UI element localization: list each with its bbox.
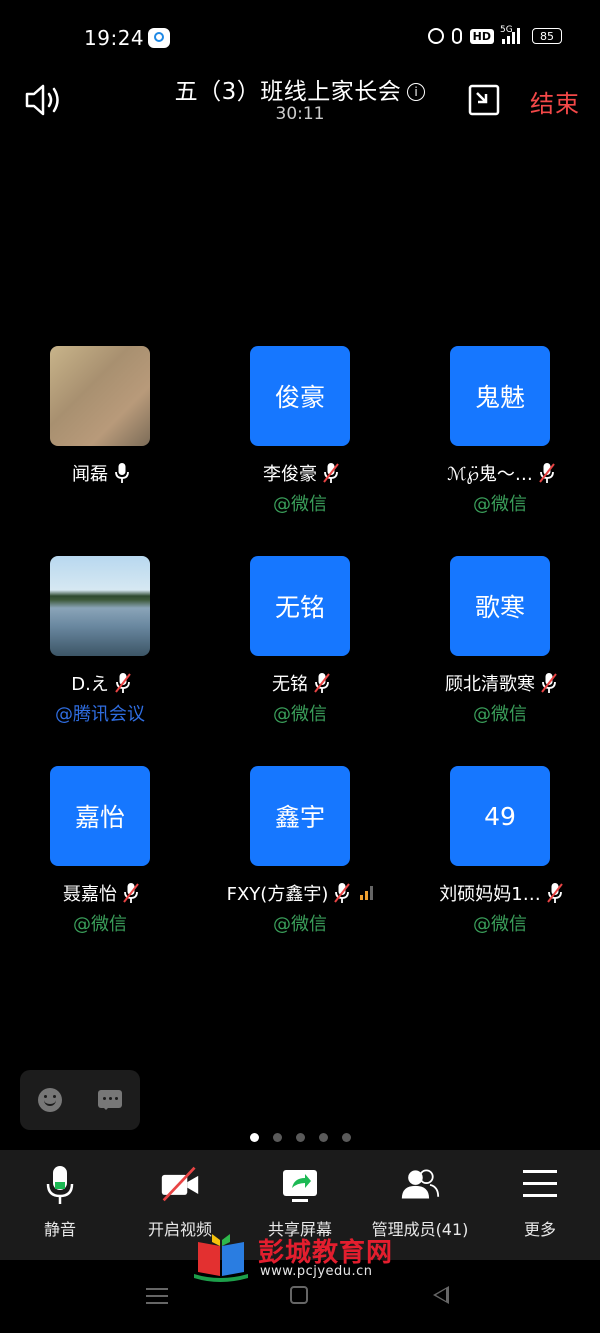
mic-muted-icon — [323, 462, 339, 484]
status-icons: HD 5G 85 — [427, 25, 562, 44]
status-bar: 19:24 HD 5G 85 — [0, 0, 600, 75]
mic-muted-icon — [546, 882, 563, 904]
participant-avatar: 无铭 — [250, 556, 350, 656]
participant-tile[interactable]: 嘉怡聂嘉怡 @微信 — [0, 766, 200, 966]
participant-tile[interactable]: 俊豪李俊豪 @微信 — [200, 346, 400, 546]
participant-tile[interactable]: 无铭 无铭 @微信 — [200, 556, 400, 756]
participant-tile[interactable]: 歌寒顾北清歌寒 @微信 — [400, 556, 600, 756]
participant-source: @腾讯会议 — [55, 704, 145, 725]
mic-muted-icon — [539, 462, 555, 484]
book-logo-icon — [194, 1234, 248, 1282]
watermark-url: www.pcjyedu.cn — [260, 1264, 373, 1279]
participant-source: @微信 — [473, 704, 527, 725]
participant-name: 无铭 — [272, 674, 308, 695]
meeting-duration: 30:11 — [275, 104, 325, 124]
participant-name-row: 闻磊 — [0, 460, 200, 486]
menu-icon — [523, 1170, 557, 1197]
page-dot[interactable] — [249, 1133, 259, 1142]
participant-name-row: 顾北清歌寒 — [400, 670, 600, 696]
participant-tile[interactable]: 闻磊 — [0, 346, 200, 546]
participant-tile[interactable]: 鑫宇 FXY(方鑫宇) @微信 — [200, 766, 400, 966]
participant-tile[interactable]: 鬼魅 ℳ℘̈鬼～… @微信 — [400, 346, 600, 546]
meeting-title[interactable]: 五（3）班线上家长会 i — [0, 72, 600, 106]
participant-name-row: FXY(方鑫宇) — [200, 880, 400, 906]
page-dot[interactable] — [341, 1133, 351, 1142]
participant-name: D.え — [71, 674, 109, 695]
network-quality-icon — [360, 886, 374, 900]
participant-avatar: 49 — [450, 766, 550, 866]
participant-avatar — [50, 346, 150, 446]
participant-name-row: 无铭 — [200, 670, 400, 696]
participant-name: 顾北清歌寒 — [445, 674, 535, 695]
mic-muted-icon — [334, 882, 351, 904]
page-dot[interactable] — [318, 1133, 328, 1142]
end-meeting-button[interactable]: 结束 — [530, 84, 580, 119]
mic-muted-icon — [115, 672, 131, 694]
participant-avatar: 嘉怡 — [50, 766, 150, 866]
reaction-panel — [20, 1070, 140, 1130]
mic-on-icon — [114, 462, 129, 484]
share-screen-icon — [283, 1170, 317, 1202]
more-button[interactable]: 更多 — [480, 1150, 600, 1260]
video-off-icon — [161, 1166, 199, 1202]
participant-source: @微信 — [273, 704, 327, 725]
qq-icon — [148, 28, 170, 48]
page-indicator[interactable] — [0, 1133, 600, 1142]
participant-source: @微信 — [473, 494, 527, 515]
meeting-title-text: 五（3）班线上家长会 — [174, 79, 402, 105]
watermark-logo: 彭城教育网 www.pcjyedu.cn — [190, 1228, 430, 1286]
participant-tile[interactable]: 49 刘硕妈妈1… @微信 — [400, 766, 600, 966]
participant-avatar: 俊豪 — [250, 346, 350, 446]
minimize-window-icon[interactable] — [468, 84, 500, 116]
info-icon[interactable]: i — [407, 83, 426, 101]
signal-icon: 5G — [500, 25, 524, 44]
participant-tile[interactable]: D.え @腾讯会议 — [0, 556, 200, 756]
participant-name: 李俊豪 — [263, 464, 317, 485]
chat-icon[interactable] — [98, 1090, 122, 1110]
mic-muted-icon — [541, 672, 557, 694]
participant-name: ℳ℘̈鬼～… — [447, 464, 533, 485]
mic-muted-icon — [123, 882, 139, 904]
microphone-icon — [46, 1166, 74, 1204]
participant-name: 刘硕妈妈1… — [439, 884, 541, 905]
status-time: 19:24 — [84, 26, 145, 50]
participant-avatar — [50, 556, 150, 656]
participant-avatar: 歌寒 — [450, 556, 550, 656]
participant-name-row: D.え — [0, 670, 200, 696]
page-dot[interactable] — [295, 1133, 305, 1142]
page-dot[interactable] — [272, 1133, 282, 1142]
participant-name: FXY(方鑫宇) — [226, 884, 329, 905]
participant-name-row: ℳ℘̈鬼～… — [400, 460, 600, 486]
mic-status-icon — [451, 28, 462, 44]
participant-avatar: 鬼魅 — [450, 346, 550, 446]
members-icon — [401, 1169, 440, 1199]
mic-muted-icon — [314, 672, 330, 694]
home-icon[interactable] — [290, 1286, 308, 1304]
participant-source: @微信 — [273, 914, 327, 935]
participant-source: @微信 — [73, 914, 127, 935]
hd-badge: HD — [469, 28, 494, 44]
recent-apps-icon[interactable] — [146, 1288, 168, 1304]
participant-source: @微信 — [473, 914, 527, 935]
battery-icon: 85 — [532, 28, 562, 44]
mute-label: 静音 — [43, 1220, 76, 1239]
participant-name-row: 刘硕妈妈1… — [400, 880, 600, 906]
back-icon[interactable] — [433, 1286, 449, 1304]
alarm-icon — [427, 28, 444, 44]
emoji-icon[interactable] — [38, 1088, 62, 1112]
mute-button[interactable]: 静音 — [0, 1150, 120, 1260]
participant-source: @微信 — [273, 494, 327, 515]
participant-name: 闻磊 — [72, 464, 108, 485]
participant-avatar: 鑫宇 — [250, 766, 350, 866]
participant-name-row: 聂嘉怡 — [0, 880, 200, 906]
participant-name: 聂嘉怡 — [63, 884, 117, 905]
participant-name-row: 李俊豪 — [200, 460, 400, 486]
more-label: 更多 — [523, 1220, 556, 1239]
